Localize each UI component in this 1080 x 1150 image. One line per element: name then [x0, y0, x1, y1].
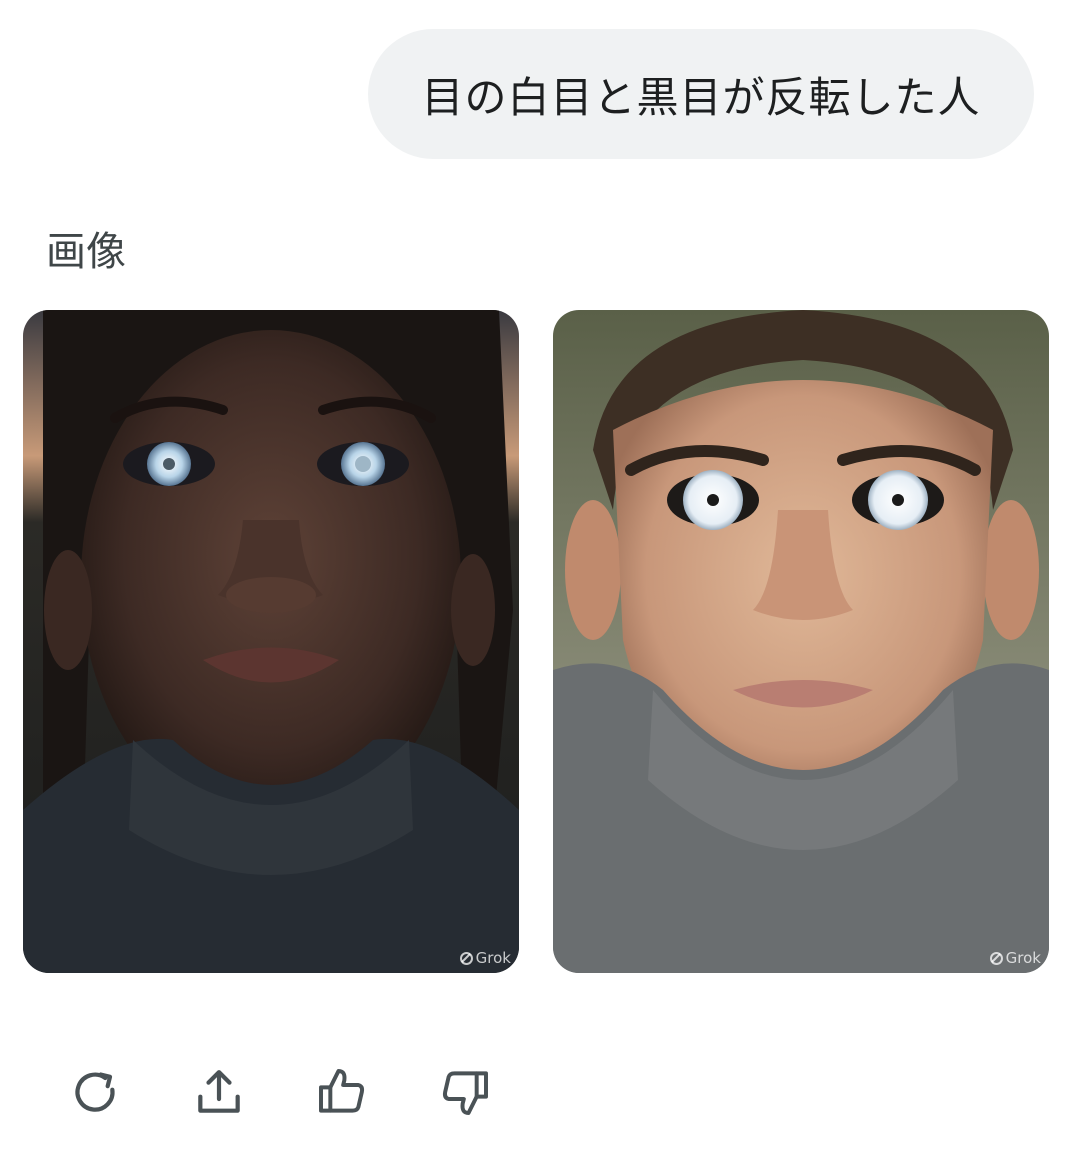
- generated-image-2[interactable]: Grok: [553, 310, 1049, 973]
- portrait-woman-image: [23, 310, 519, 973]
- response-action-bar: [60, 1060, 552, 1124]
- user-message-text: 目の白目と黒目が反転した人: [421, 72, 981, 122]
- portrait-man-image: [553, 310, 1049, 973]
- thumbs-down-icon: [442, 1071, 488, 1115]
- regenerate-button[interactable]: [60, 1060, 132, 1124]
- thumbs-up-button[interactable]: [306, 1060, 378, 1124]
- share-button[interactable]: [183, 1060, 255, 1124]
- images-section-label: 画像: [46, 229, 126, 275]
- chat-page: 目の白目と黒目が反転した人 画像 Grok Grok: [0, 0, 1080, 1150]
- user-message-bubble: 目の白目と黒目が反転した人: [368, 29, 1034, 159]
- grok-logo-icon: [459, 951, 473, 965]
- grok-logo-icon: [989, 951, 1003, 965]
- grok-watermark: Grok: [459, 949, 511, 967]
- thumbs-up-icon: [319, 1069, 365, 1113]
- thumbs-down-button[interactable]: [429, 1060, 501, 1124]
- regenerate-icon: [75, 1072, 115, 1112]
- generated-image-1[interactable]: Grok: [23, 310, 519, 973]
- grok-watermark: Grok: [989, 949, 1041, 967]
- share-icon: [198, 1070, 240, 1113]
